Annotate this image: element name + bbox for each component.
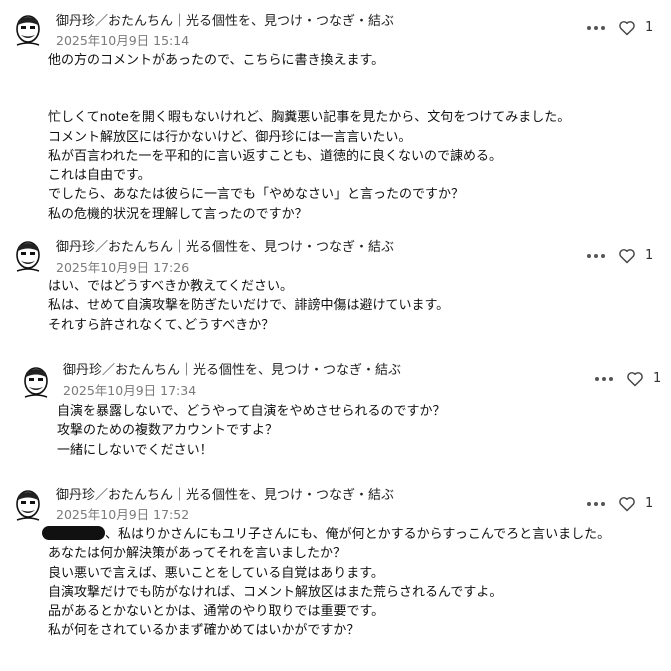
heart-icon[interactable] xyxy=(618,496,636,512)
comment-author[interactable]: 御丹珍／おたんちん｜光る個性を、見つけ・つなぎ・結ぶ xyxy=(63,359,401,378)
comment-date: 2025年10月9日 17:26 xyxy=(56,260,190,275)
comment-body: 他の方のコメントがあったので、こちらに書き換えます。 忙しくてnoteを開く暇も… xyxy=(48,51,570,224)
like-count: 1 xyxy=(653,371,662,386)
comment-body: 自演を暴露しないで、どうやって自演をやめさせられるのですか？ 攻撃のための複数ア… xyxy=(57,402,445,460)
avatar[interactable] xyxy=(12,238,44,274)
comment-author[interactable]: 御丹珍／おたんちん｜光る個性を、見つけ・つなぎ・結ぶ xyxy=(56,10,394,29)
avatar[interactable] xyxy=(12,12,44,48)
heart-icon[interactable] xyxy=(618,20,636,36)
avatar[interactable] xyxy=(12,487,44,523)
more-options-button[interactable] xyxy=(587,26,605,30)
more-options-button[interactable] xyxy=(587,254,605,258)
redaction-mark xyxy=(42,526,105,540)
comment-line: はい、ではどうすべきか教えてください。 xyxy=(48,279,294,294)
comment-line: 自演を暴露しないで、どうやって自演をやめさせられるのですか？ xyxy=(57,404,446,419)
comment-line: 他の方のコメントがあったので、こちらに書き換えます。 xyxy=(48,53,385,68)
comment-date: 2025年10月9日 15:14 xyxy=(56,33,190,48)
comment-body: 、私はりかさんにもユリ子さんにも、俺が何とかするからすっこんでろと言いました。 … xyxy=(42,525,611,641)
comment-line: 忙しくてnoteを開く暇もないけれど、胸糞悪い記事を見たから、文句をつけてみまし… xyxy=(48,110,571,126)
comment-line: 私は、せめて自演攻撃を防ぎたいだけで、誹謗中傷は避けています。 xyxy=(48,298,450,314)
heart-icon[interactable] xyxy=(618,248,636,264)
comment-line: 品があるとかないとかは、通常のやり取りでは重要です。 xyxy=(48,604,385,620)
comment-line-text: 、私はりかさんにもユリ子さんにも、俺が何とかするからすっこんでろと言いました。 xyxy=(105,527,611,542)
comment-line: 、私はりかさんにもユリ子さんにも、俺が何とかするからすっこんでろと言いました。 xyxy=(42,525,611,544)
comment-line: これは自由です。 xyxy=(48,168,151,184)
more-options-button[interactable] xyxy=(595,377,613,381)
comment-author[interactable]: 御丹珍／おたんちん｜光る個性を、見つけ・つなぎ・結ぶ xyxy=(56,236,394,255)
comment-line: あなたは何か解決策があってそれを言いましたか？ xyxy=(48,546,346,562)
comment-date: 2025年10月9日 17:34 xyxy=(63,383,197,398)
avatar[interactable] xyxy=(20,364,52,400)
comment-body: はい、ではどうすべきか教えてください。 私は、せめて自演攻撃を防ぎたいだけで、誹… xyxy=(48,277,449,335)
comment-author[interactable]: 御丹珍／おたんちん｜光る個性を、見つけ・つなぎ・結ぶ xyxy=(56,484,394,503)
comment-line: 私が百言われた一を平和的に言い返すことも、道徳的に良くないので諌める。 xyxy=(48,148,502,164)
comment-date: 2025年10月9日 17:52 xyxy=(56,507,190,522)
comment-line: 私が何をされているかまず確かめてはいかがですか？ xyxy=(48,623,360,639)
like-count: 1 xyxy=(645,248,654,263)
comment-line: 私の危機的状況を理解して言ったのですか？ xyxy=(48,206,308,222)
comment-line: 良い悪いで言えば、悪いことをしている自覚はあります。 xyxy=(48,565,384,581)
comment-line: それすら許されなくて､どうすべきか？ xyxy=(48,317,275,333)
comment-line: コメント解放区には行かないけど、御丹珍には一言言いたい。 xyxy=(48,129,412,145)
heart-icon[interactable] xyxy=(626,371,644,387)
comment-line: 攻撃のための複数アカウントですよ？ xyxy=(57,423,279,439)
comment-line: 自演攻撃だけでも防がなければ、コメント解放区はまた荒らされるんですよ。 xyxy=(48,584,503,600)
comment-line: 一緒にしないでください！ xyxy=(57,442,213,458)
like-count: 1 xyxy=(645,496,654,511)
more-options-button[interactable] xyxy=(587,502,605,506)
like-count: 1 xyxy=(645,20,654,35)
comment-line: でしたら、あなたは彼らに一言でも「やめなさい」と言ったのですか？ xyxy=(48,187,465,203)
